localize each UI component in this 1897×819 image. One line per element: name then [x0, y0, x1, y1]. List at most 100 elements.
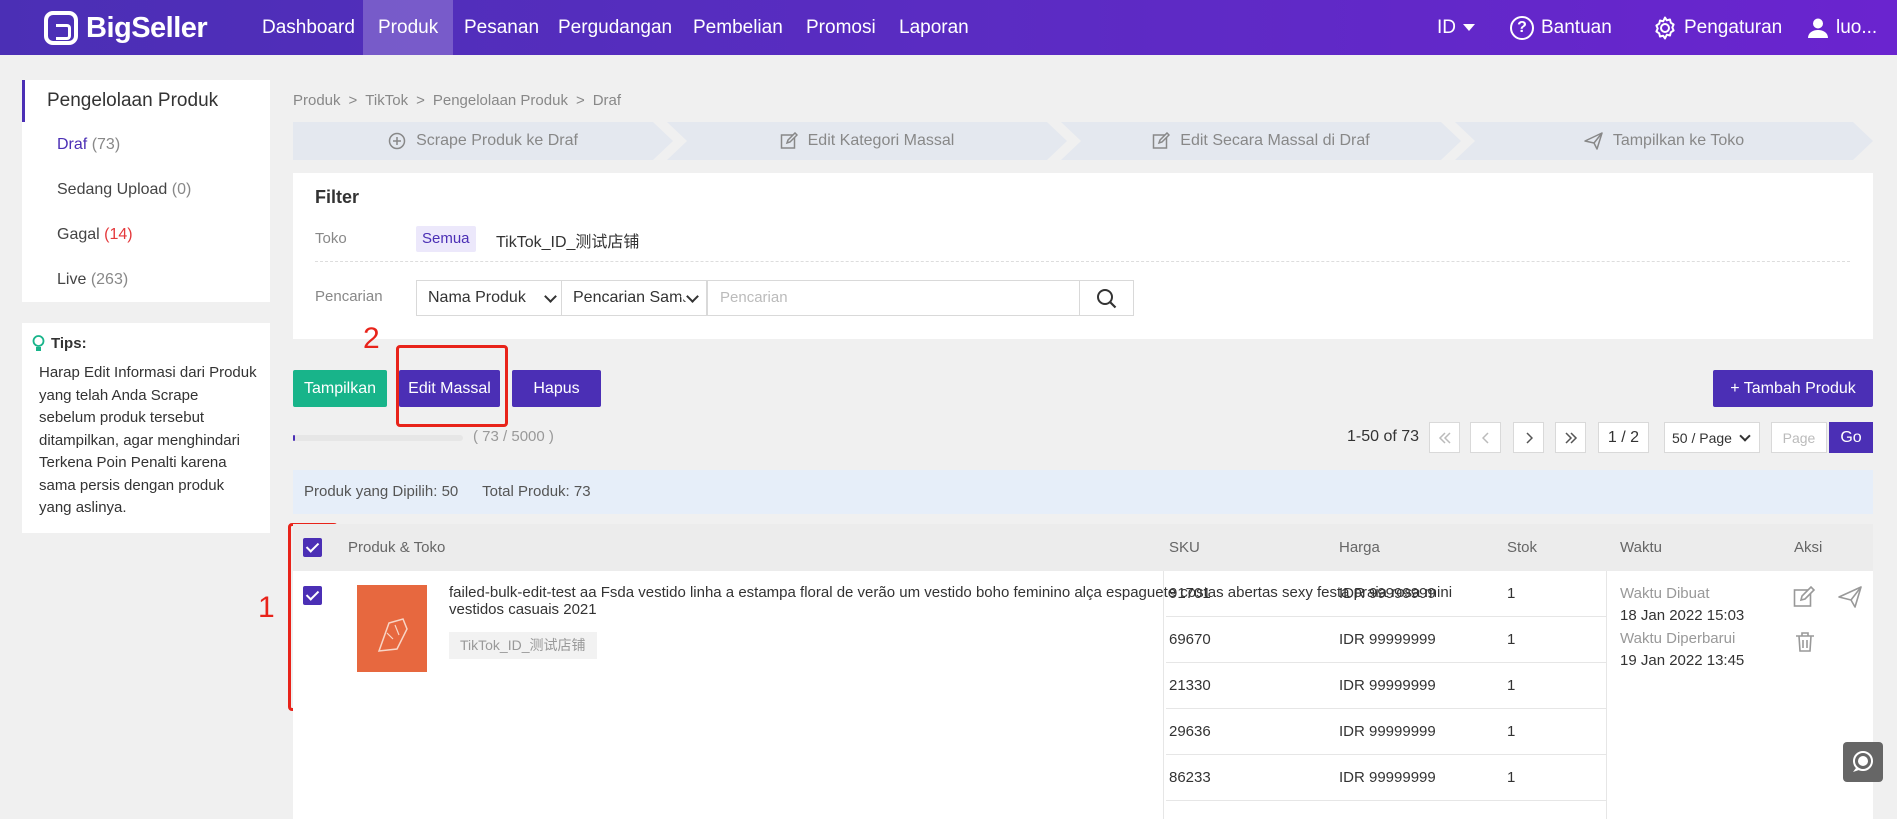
sidebar-item-count: (73): [91, 136, 121, 153]
variant-price: IDR 99999999: [1339, 723, 1436, 740]
search-button[interactable]: [1079, 280, 1134, 316]
tips-heading: Tips:: [22, 323, 270, 352]
variant-row: 86233 IDR 99999999 1: [1166, 755, 1606, 801]
publish-button[interactable]: [1838, 586, 1862, 612]
plus-circle-icon: [388, 132, 406, 150]
sidebar-item-live[interactable]: Live (263): [22, 257, 270, 302]
tips-title: Tips:: [51, 335, 87, 352]
delete-button[interactable]: Hapus: [512, 370, 601, 407]
brand-logo[interactable]: BigSeller: [44, 9, 208, 47]
go-button[interactable]: Go: [1829, 422, 1873, 453]
column-divider: [1163, 571, 1164, 819]
help-link[interactable]: ? Bantuan: [1510, 0, 1612, 55]
sidebar-item-gagal[interactable]: Gagal (14): [22, 212, 270, 257]
store-option[interactable]: TikTok_ID_测试店铺: [496, 228, 639, 252]
sidebar-item-label: Draf: [57, 136, 88, 153]
annotation-box-bulk-edit: [396, 345, 508, 427]
sidebar-item-label: Live: [57, 271, 87, 288]
sidebar-item-draf[interactable]: Draf (73): [22, 122, 270, 167]
nav-promosi[interactable]: Promosi: [791, 0, 891, 55]
logo-icon: [44, 11, 78, 45]
breadcrumb-separator: >: [416, 92, 425, 109]
product-thumbnail[interactable]: [357, 585, 427, 672]
row-checkbox[interactable]: [303, 586, 322, 605]
chevron-down-icon: [544, 290, 557, 303]
delete-row-button[interactable]: [1795, 631, 1815, 657]
show-button[interactable]: Tampilkan: [293, 370, 387, 407]
chat-icon: [1853, 751, 1873, 772]
breadcrumb-separator: >: [348, 92, 358, 109]
nav-pergudangan[interactable]: Pergudangan: [543, 0, 687, 55]
search-field-select[interactable]: Nama Produk: [416, 280, 565, 316]
last-page-button[interactable]: [1555, 422, 1586, 453]
variant-price: IDR 99999999: [1339, 677, 1436, 694]
pagination-info: 1-50 of 73: [1347, 428, 1420, 445]
store-label: Toko: [315, 230, 347, 247]
edit-button[interactable]: [1793, 585, 1817, 612]
user-menu[interactable]: luo...: [1807, 0, 1877, 55]
page-indicator: 1 / 2: [1598, 422, 1649, 453]
variant-stock: 1: [1507, 585, 1516, 602]
lightbulb-icon: [32, 335, 45, 351]
select-all-checkbox[interactable]: [303, 538, 322, 557]
search-mode-select[interactable]: Pencarian Sama: [561, 280, 707, 316]
draft-usage-bar: [293, 435, 463, 441]
variant-stock: 1: [1507, 723, 1516, 740]
selected-count: Produk yang Dipilih: 50: [304, 483, 459, 500]
nav-pembelian[interactable]: Pembelian: [678, 0, 798, 55]
breadcrumb-separator: >: [575, 92, 585, 109]
updated-time-label: Waktu Diperbarui: [1620, 630, 1736, 647]
variant-price: IDR 99999999: [1339, 769, 1436, 786]
table-row: failed-bulk-edit-test aa Fsda vestido li…: [293, 571, 1873, 819]
next-page-button[interactable]: [1513, 422, 1544, 453]
edit-icon: [780, 132, 798, 150]
step-label: Scrape Produk ke Draf: [416, 132, 578, 149]
nav-pesanan[interactable]: Pesanan: [449, 0, 554, 55]
variant-sku: 86233: [1169, 769, 1211, 786]
product-image: [377, 618, 408, 652]
draft-usage-text: ( 73 / 5000 ): [473, 428, 554, 445]
step-edit-category[interactable]: Edit Kategori Massal: [667, 122, 1067, 160]
search-input[interactable]: Pencarian: [707, 280, 1080, 316]
annotation-number-2: 2: [363, 322, 380, 355]
nav-dashboard[interactable]: Dashboard: [247, 0, 370, 55]
per-page-select[interactable]: 50 / Page: [1664, 422, 1760, 453]
search-field-value: Nama Produk: [428, 289, 526, 306]
page-input[interactable]: Page: [1771, 422, 1827, 453]
breadcrumb-item[interactable]: Produk: [293, 92, 341, 109]
filter-title: Filter: [315, 187, 360, 207]
total-count: Total Produk: 73: [482, 483, 591, 500]
nav-laporan[interactable]: Laporan: [884, 0, 984, 55]
variant-stock: 1: [1507, 631, 1516, 648]
selection-summary: Produk yang Dipilih: 50 Total Produk: 73: [293, 470, 1873, 514]
sidebar-item-sedang-upload[interactable]: Sedang Upload (0): [22, 167, 270, 212]
add-product-button[interactable]: + Tambah Produk: [1713, 370, 1873, 407]
double-chevron-right-icon: [1564, 431, 1577, 444]
column-sku: SKU: [1169, 539, 1200, 556]
store-all-chip[interactable]: Semua: [416, 226, 476, 252]
settings-link[interactable]: Pengaturan: [1653, 0, 1782, 55]
step-bulk-edit[interactable]: Edit Secara Massal di Draf: [1061, 122, 1461, 160]
sidebar-title: Pengelolaan Produk: [22, 80, 270, 122]
search-mode-value: Pencarian Sama: [573, 289, 692, 306]
nav-produk[interactable]: Produk: [363, 0, 454, 55]
step-scrape[interactable]: Scrape Produk ke Draf: [293, 122, 673, 160]
variant-row: 69670 IDR 99999999 1: [1166, 617, 1606, 663]
send-icon: [1584, 132, 1603, 150]
breadcrumb-item[interactable]: Pengelolaan Produk: [433, 92, 568, 109]
filter-panel: Filter Toko Semua TikTok_ID_测试店铺 Pencari…: [293, 173, 1873, 339]
column-time: Waktu: [1620, 539, 1662, 556]
chat-support-button[interactable]: [1843, 742, 1883, 782]
step-label: Edit Kategori Massal: [807, 132, 955, 149]
breadcrumb-item: Draf: [592, 92, 622, 109]
chevron-down-icon: [1739, 430, 1751, 442]
variant-sku: 91701: [1169, 585, 1211, 602]
column-action: Aksi: [1794, 539, 1823, 556]
prev-page-button[interactable]: [1470, 422, 1501, 453]
language-select[interactable]: ID: [1437, 0, 1475, 55]
step-publish[interactable]: Tampilkan ke Toko: [1455, 122, 1873, 160]
first-page-button[interactable]: [1429, 422, 1460, 453]
breadcrumb-item[interactable]: TikTok: [365, 92, 408, 109]
tips-panel: Tips: Harap Edit Informasi dari Produk y…: [22, 323, 270, 533]
updated-time: 19 Jan 2022 13:45: [1620, 652, 1745, 669]
